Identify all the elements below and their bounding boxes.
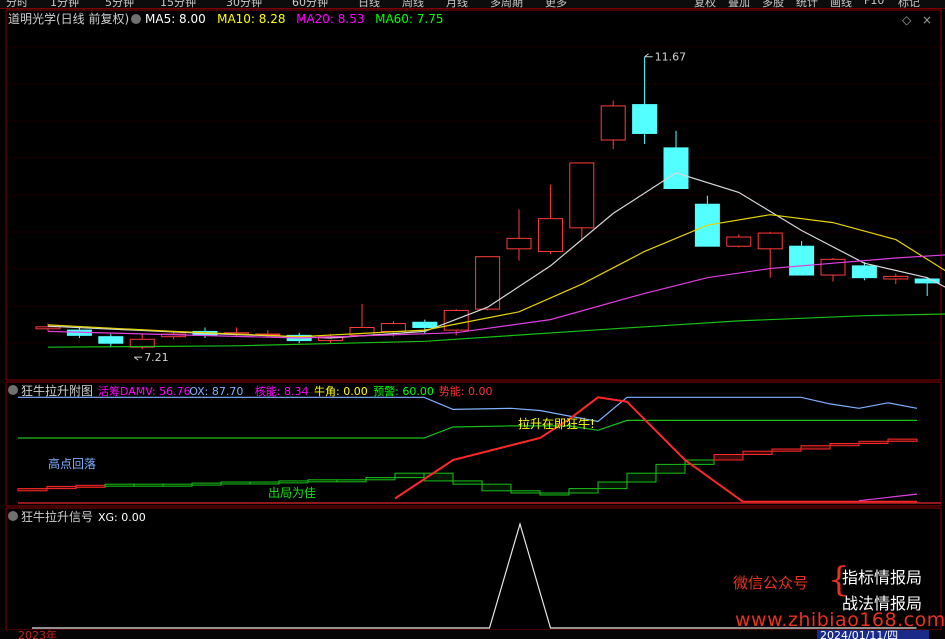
sub2-legend-item: XG: 0.00 bbox=[98, 511, 146, 524]
main-panel-title: 道明光学(日线 前复权) bbox=[8, 11, 129, 26]
step-box bbox=[249, 481, 280, 485]
sub-panel-2-title: 狂牛拉升信号 bbox=[21, 509, 93, 524]
annotation-rally: 拉升在即狂牛! bbox=[518, 416, 595, 431]
sub1-line-warning bbox=[18, 419, 917, 439]
ma-legend-item: MA10: 8.28 bbox=[217, 12, 285, 26]
watermark-name-1: 指标情报局 bbox=[842, 568, 923, 587]
step-box bbox=[858, 440, 889, 444]
step-box bbox=[655, 463, 686, 474]
ma-legend-item: MA60: 7.75 bbox=[375, 12, 443, 26]
indicator-menu-icon[interactable] bbox=[8, 385, 18, 395]
ma-legend-item: MA5: 8.00 bbox=[145, 12, 206, 26]
indicator-menu-icon[interactable] bbox=[131, 14, 141, 24]
sub1-legend-item: 活筹DAMV: 56.76 bbox=[98, 384, 191, 398]
step-box bbox=[278, 480, 309, 484]
stock-chart[interactable]: 11.67 7.21 道明光学(日线 前复权) MA5: 8.00 MA10: 8.28… bbox=[0, 0, 945, 639]
sub1-legend-item: 牛角: 0.00 bbox=[314, 384, 368, 398]
diamond-icon[interactable]: ◇ bbox=[902, 13, 912, 27]
step-box bbox=[597, 481, 628, 490]
step-box bbox=[568, 488, 599, 494]
sub-panel-1-frame bbox=[5, 381, 942, 507]
sub1-legend-item: 预警: 60.00 bbox=[373, 384, 434, 398]
candle-body-up[interactable] bbox=[537, 218, 563, 252]
high-marker bbox=[644, 53, 653, 58]
step-box bbox=[510, 490, 541, 494]
ma-line-ma60 bbox=[47, 313, 945, 348]
step-box bbox=[713, 454, 744, 461]
step-box bbox=[771, 448, 802, 452]
step-box bbox=[626, 472, 657, 483]
low-marker bbox=[133, 356, 143, 361]
indicator-menu-icon[interactable] bbox=[8, 511, 18, 521]
step-box bbox=[394, 472, 425, 479]
step-box bbox=[539, 492, 570, 496]
annotation-high-fall: 高点回落 bbox=[48, 456, 96, 471]
step-box bbox=[17, 488, 48, 492]
step-box bbox=[220, 481, 251, 485]
watermark-url: www.zhibiao168.com bbox=[735, 609, 945, 631]
candle-body-down[interactable] bbox=[789, 245, 815, 276]
close-icon[interactable]: × bbox=[922, 13, 932, 27]
step-box bbox=[307, 479, 338, 483]
sub1-legend-item: 势能: 0.00 bbox=[439, 384, 493, 398]
step-box bbox=[133, 483, 164, 487]
step-box bbox=[481, 483, 512, 492]
candle-body-down[interactable] bbox=[663, 147, 689, 190]
ma-legend-item: MA20: 8.53 bbox=[296, 12, 364, 26]
step-box bbox=[191, 482, 222, 486]
step-box bbox=[104, 483, 135, 487]
candle-body-up[interactable] bbox=[883, 275, 909, 280]
sub1-line-momentum bbox=[394, 396, 917, 503]
annotation-exit: 出局为佳 bbox=[268, 486, 316, 500]
step-box bbox=[829, 443, 860, 447]
candle-body-up[interactable] bbox=[569, 162, 595, 229]
candle-body-up[interactable] bbox=[820, 258, 846, 276]
step-box bbox=[46, 485, 77, 490]
date-axis-bar bbox=[0, 630, 945, 639]
step-box bbox=[887, 438, 918, 442]
step-box bbox=[75, 484, 106, 488]
sub1-legend-item: 核能: 8.34 bbox=[255, 384, 309, 398]
high-price-label: 11.67 bbox=[655, 51, 687, 64]
candle-body-up[interactable] bbox=[600, 105, 626, 141]
watermark-label: 微信公众号 bbox=[733, 574, 809, 592]
candle-body-down[interactable] bbox=[632, 104, 658, 134]
low-price-label: 7.21 bbox=[144, 351, 169, 364]
sub1-line-nuclear bbox=[858, 493, 918, 502]
sub-panel-1-title: 狂牛拉升附图 bbox=[21, 383, 93, 398]
sub1-line-ox bbox=[18, 396, 918, 423]
step-box bbox=[452, 480, 483, 485]
candle-body-up[interactable] bbox=[726, 236, 752, 247]
step-box bbox=[742, 450, 773, 456]
step-box bbox=[336, 479, 367, 483]
candle-body-up[interactable] bbox=[757, 232, 783, 250]
date-axis-left: 2023年 bbox=[18, 628, 57, 639]
candle-body-up[interactable] bbox=[443, 309, 469, 331]
step-box bbox=[162, 483, 193, 487]
step-box bbox=[365, 477, 396, 481]
candle-body-down[interactable] bbox=[851, 265, 877, 279]
candle-body-down[interactable] bbox=[412, 321, 438, 328]
candle-body-up[interactable] bbox=[380, 323, 406, 332]
candle-body-down[interactable] bbox=[98, 336, 124, 344]
sub1-legend-item: OX: 87.70 bbox=[189, 385, 243, 398]
candle-body-up[interactable] bbox=[506, 237, 532, 250]
step-box bbox=[800, 445, 831, 450]
